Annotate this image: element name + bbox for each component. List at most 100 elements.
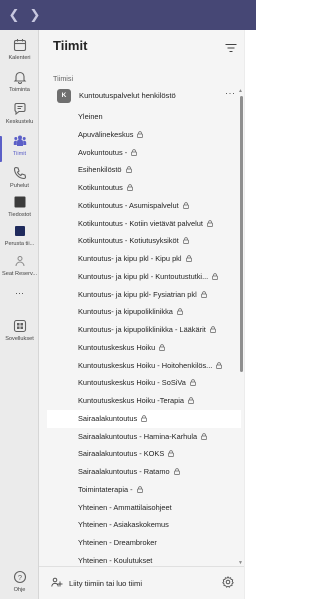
- channel-name: Kuntoutus- ja kipupoliklinikka: [78, 307, 173, 317]
- lock-icon: [216, 361, 223, 369]
- channel-item[interactable]: Kuntoutus- ja kipupoliklinikka: [47, 303, 241, 321]
- team-more-options-icon[interactable]: ···: [225, 88, 236, 98]
- channel-item[interactable]: Kuntoutuskeskus Hoiku - SoSiVa: [47, 374, 241, 392]
- lock-icon: [177, 308, 183, 316]
- lock-icon: [182, 202, 189, 209]
- channel-name: Kotikuntoutus - Kotiin vietävät palvelut: [78, 218, 203, 228]
- channel-item[interactable]: Kuntoutus- ja kipu pkl- Fysiatrian pkl: [47, 286, 241, 304]
- app-rail: Kalenteri Toiminta Keskustelu Tiimit Puh…: [0, 30, 39, 599]
- channel-name: Sairaalakuntoutus: [78, 413, 138, 423]
- channel-item[interactable]: Kuntoutus- ja kipupoliklinikka - Lääkäri…: [47, 321, 241, 339]
- channel-item[interactable]: Sairaalakuntoutus - Hamina-Karhula: [47, 428, 241, 446]
- rail-item-seat-reservation[interactable]: Seat Reserv...: [0, 254, 39, 290]
- content-edge: [244, 30, 256, 599]
- lock-icon: [168, 450, 175, 458]
- channel-item[interactable]: Kuntoutuskeskus Hoiku -Terapia: [47, 392, 241, 410]
- panel-footer: Liity tiimiin tai luo tiimi: [39, 566, 244, 599]
- title-bar: ❮ ❯: [0, 0, 256, 30]
- channel-item[interactable]: Yhteinen - Dreambroker: [47, 534, 241, 552]
- channel-item[interactable]: Toimintaterapia -: [47, 481, 241, 499]
- channel-item[interactable]: Kuntoutuskeskus Hoiku - Hoitohenkilös...: [47, 357, 241, 375]
- channel-item[interactable]: Yhteinen - Asiakaskokemus: [47, 516, 241, 534]
- channel-item[interactable]: Kotikuntoutus - Kotiin vietävät palvelut: [47, 215, 241, 233]
- scroll-up-icon[interactable]: ▲: [238, 88, 243, 94]
- join-team-icon[interactable]: [51, 577, 63, 588]
- forward-arrow-icon[interactable]: ❯: [27, 7, 43, 23]
- teams-icon: [13, 135, 26, 146]
- channel-name: Kuntoutuskeskus Hoiku -Terapia: [78, 396, 184, 405]
- channel-item[interactable]: Yleinen: [47, 108, 241, 126]
- channel-item[interactable]: Kotikuntoutus - Kotiutusyksiköt: [47, 232, 241, 250]
- team-avatar: K: [57, 89, 71, 103]
- channel-name: Kotikuntoutus - Kotiutusyksiköt: [78, 236, 179, 246]
- lock-icon: [188, 397, 194, 404]
- calendar-icon: [13, 39, 26, 52]
- chat-icon: [13, 102, 26, 116]
- channel-item[interactable]: Kuntoutus- ja kipu pkl - Kuntoutustutki.…: [47, 268, 241, 286]
- channel-name: Kuntoutus- ja kipu pkl - Kipu pkl: [78, 254, 182, 263]
- team-name: Kuntoutuspalvelut henkilöstö: [79, 91, 176, 100]
- lock-icon: [136, 486, 143, 493]
- person-icon: [15, 256, 24, 267]
- teams-panel: Tiimit Tiimisi K Kuntoutuspalvelut henki…: [39, 30, 244, 599]
- back-arrow-icon[interactable]: ❮: [6, 7, 22, 23]
- channel-name: Yhteinen - Ammattilaisohjeet: [78, 502, 172, 512]
- page-title: Tiimit: [53, 38, 88, 53]
- channel-item[interactable]: Kotikuntoutus - Asumispalvelut: [47, 197, 241, 215]
- lock-icon: [131, 148, 138, 156]
- filter-icon[interactable]: [225, 43, 237, 53]
- channel-item[interactable]: Apuvälinekeskus: [47, 126, 241, 144]
- lock-icon: [212, 273, 219, 280]
- more-icon: ···: [15, 288, 24, 298]
- rail-label-activity: Toiminta: [9, 87, 30, 93]
- rail-label-calls: Puhelut: [10, 183, 29, 189]
- lock-icon: [200, 290, 207, 298]
- channel-item[interactable]: Sairaalakuntoutus - Ratamo: [47, 463, 241, 481]
- channel-item[interactable]: Avokuntoutus -: [47, 144, 241, 162]
- files-icon: [14, 196, 25, 208]
- svg-text:?: ?: [17, 573, 21, 582]
- rail-label-apps: Sovellukset: [5, 336, 34, 342]
- lock-icon: [182, 237, 189, 245]
- channel-name: Yhteinen - Dreambroker: [78, 538, 157, 547]
- rail-label-app: Perusta tii...: [4, 241, 35, 247]
- rail-item-calendar[interactable]: Kalenteri: [0, 38, 39, 74]
- rail-label-calendar: Kalenteri: [8, 55, 31, 61]
- channel-item[interactable]: Yhteinen - Ammattilaisohjeet: [47, 499, 241, 517]
- rail-label-seat-reservation: Seat Reserv...: [1, 271, 38, 277]
- rail-label-teams: Tiimit: [12, 151, 27, 157]
- channel-item[interactable]: Kuntoutuskeskus Hoiku: [47, 339, 241, 357]
- channel-name: Kotikuntoutus - Asumispalvelut: [78, 200, 179, 210]
- help-icon: ?: [13, 570, 26, 584]
- rail-item-apps[interactable]: Sovellukset: [0, 319, 39, 355]
- lock-icon: [125, 166, 132, 174]
- gear-icon[interactable]: [222, 576, 234, 588]
- phone-icon: [13, 166, 26, 180]
- channel-name: Sairaalakuntoutus - KOKS: [78, 449, 165, 459]
- channel-name: Yhteinen - Koulutukset: [78, 555, 153, 565]
- lock-icon: [207, 219, 213, 227]
- lock-icon: [126, 184, 133, 191]
- channel-item[interactable]: Esihenkilöstö: [47, 161, 241, 179]
- join-or-create-team-link[interactable]: Liity tiimiin tai luo tiimi: [69, 579, 142, 588]
- channel-item[interactable]: Sairaalakuntoutus: [47, 409, 241, 428]
- lock-icon: [190, 379, 196, 387]
- channel-list: Yleinen Apuvälinekeskus Avokuntoutus - Esih…: [47, 108, 241, 599]
- channel-name: Toimintaterapia -: [78, 484, 133, 494]
- channel-item[interactable]: Sairaalakuntoutus - KOKS: [47, 445, 241, 463]
- channel-name: Kuntoutus- ja kipupoliklinikka - Lääkäri…: [78, 325, 206, 334]
- bell-icon: [13, 71, 26, 84]
- rail-item-teams[interactable]: Tiimit: [0, 134, 39, 170]
- channel-item[interactable]: Kotikuntoutus: [47, 179, 241, 197]
- lock-icon: [185, 255, 192, 262]
- channel-item[interactable]: Kuntoutus- ja kipu pkl - Kipu pkl: [47, 250, 241, 268]
- rail-item-help[interactable]: ? Ohje: [0, 570, 39, 599]
- channel-name: Apuvälinekeskus: [78, 129, 134, 139]
- lock-icon: [173, 468, 180, 475]
- channel-name: Yleinen: [78, 112, 103, 121]
- app-icon: [14, 226, 25, 236]
- rail-item-activity[interactable]: Toiminta: [0, 70, 39, 106]
- rail-item-chat[interactable]: Keskustelu: [0, 102, 39, 138]
- rail-label-chat: Keskustelu: [5, 119, 34, 125]
- team-row[interactable]: K Kuntoutuspalvelut henkilöstö ···: [51, 86, 241, 106]
